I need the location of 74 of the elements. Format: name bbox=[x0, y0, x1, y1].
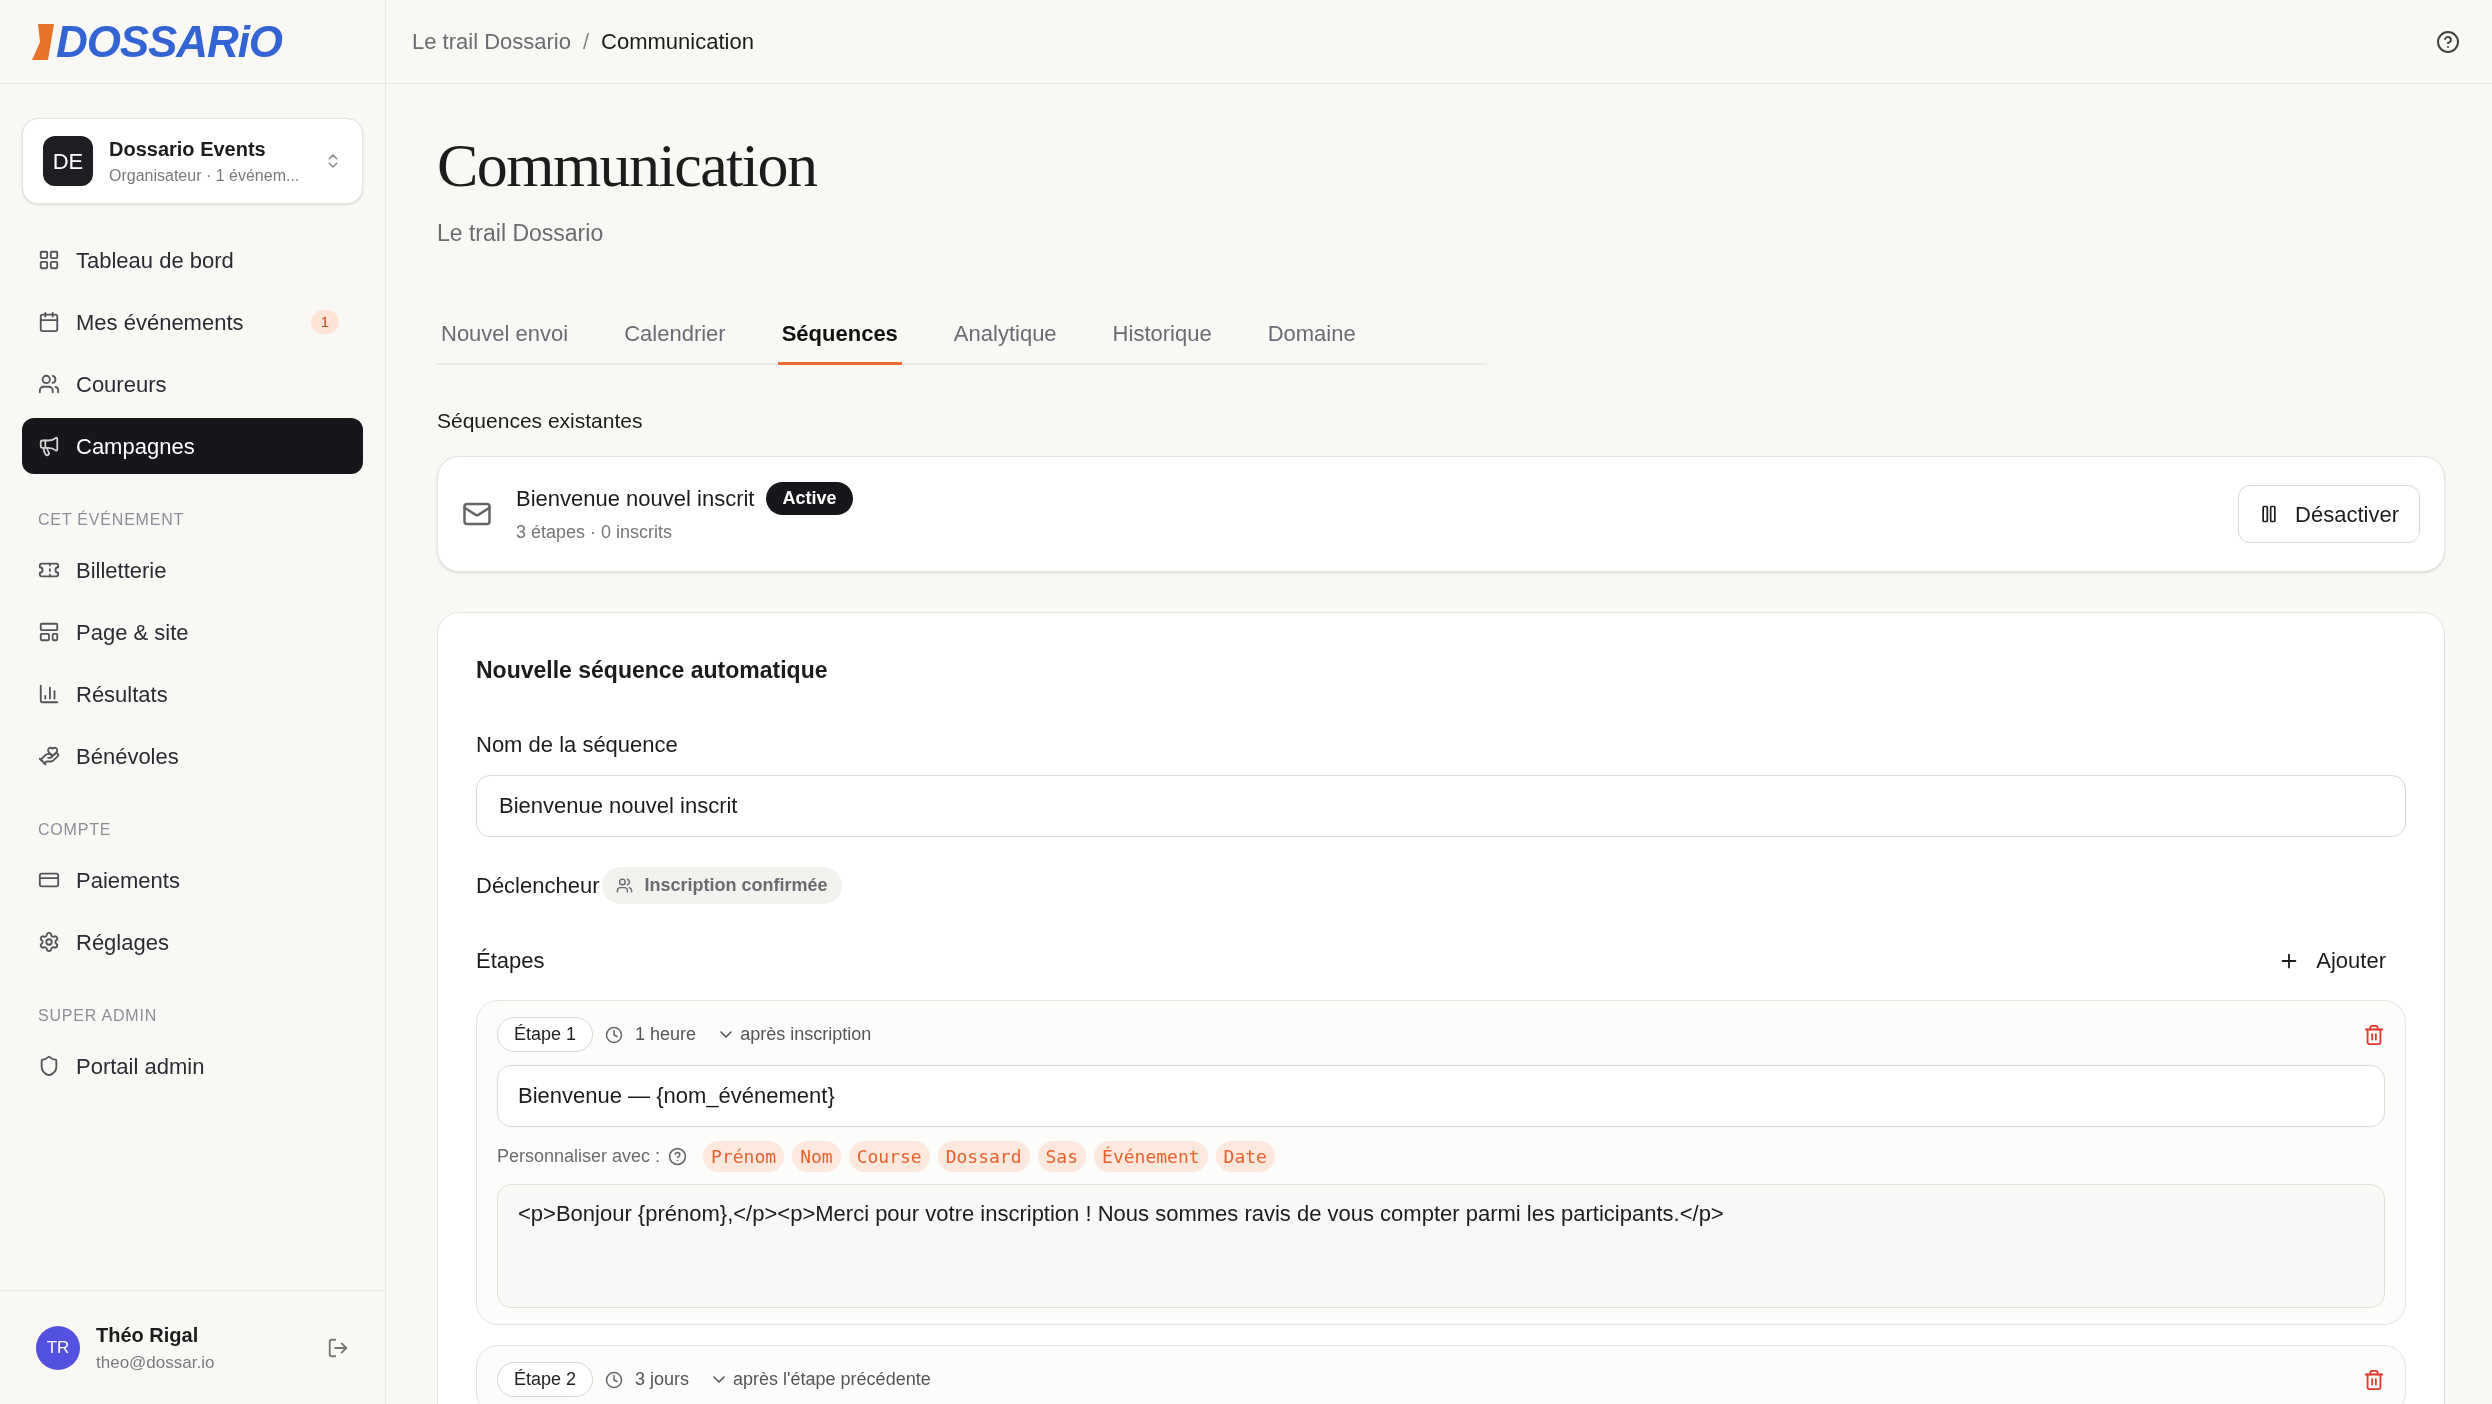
logout-icon[interactable] bbox=[327, 1336, 349, 1359]
count-badge: 1 bbox=[311, 310, 339, 334]
users-icon bbox=[615, 876, 633, 894]
delay-value[interactable]: 1 heure bbox=[635, 1021, 697, 1048]
tab[interactable]: Nouvel envoi bbox=[437, 304, 573, 365]
sequence-name: Bienvenue nouvel inscrit bbox=[516, 485, 755, 513]
nav-item[interactable]: Tableau de bord bbox=[22, 232, 363, 288]
tab[interactable]: Domaine bbox=[1263, 304, 1360, 365]
sequence-meta: 3 étapes · 0 inscrits bbox=[516, 521, 674, 544]
nav-item[interactable]: Billetterie bbox=[22, 542, 363, 598]
nav-item[interactable]: Portail admin bbox=[22, 1038, 363, 1094]
calendar-icon bbox=[38, 311, 60, 333]
step-label: Étape 1 bbox=[497, 1017, 594, 1052]
field-label: Déclencheur bbox=[476, 871, 600, 900]
logo-mark-icon bbox=[32, 21, 54, 62]
user-email: theo@dossar.io bbox=[96, 1351, 216, 1374]
subject-field[interactable]: Bienvenue — {nom_événement} bbox=[497, 1064, 2385, 1127]
breadcrumb-current: Communication bbox=[601, 28, 754, 56]
anchor-dropdown[interactable]: après inscription bbox=[720, 1021, 872, 1048]
org-subtitle: Organisateur · 1 événem... bbox=[109, 166, 301, 186]
add-step-button[interactable]: Ajouter bbox=[2258, 937, 2406, 984]
section-heading: COMPTE bbox=[37, 820, 113, 840]
megaphone-icon bbox=[38, 435, 60, 457]
clock-icon bbox=[605, 1370, 624, 1389]
shield-icon bbox=[38, 1055, 60, 1077]
trigger-chip: Inscription confirmée bbox=[601, 866, 842, 904]
breadcrumb-separator: / bbox=[582, 28, 590, 56]
org-avatar: DE bbox=[43, 136, 93, 186]
section-heading: Séquences existantes bbox=[437, 407, 644, 434]
field-label: Étapes bbox=[476, 947, 546, 975]
nav-item[interactable]: Résultats bbox=[22, 666, 363, 722]
section-heading: SUPER ADMIN bbox=[37, 1006, 159, 1026]
nav-item[interactable]: Mes événements 1 bbox=[22, 294, 363, 350]
layout-icon bbox=[38, 621, 60, 643]
nav-item[interactable]: Page & site bbox=[22, 604, 363, 660]
hand-heart-icon bbox=[38, 745, 60, 767]
deactivate-button[interactable]: Désactiver bbox=[2238, 485, 2420, 543]
settings-icon bbox=[38, 931, 60, 953]
field-label: Nom de la séquence bbox=[476, 730, 679, 759]
breadcrumb-link[interactable]: Le trail Dossario bbox=[412, 25, 571, 58]
chevron-icon bbox=[713, 1376, 726, 1383]
nav-item[interactable]: Paiements bbox=[22, 852, 363, 908]
delete-icon[interactable] bbox=[2363, 1368, 2385, 1391]
users-icon bbox=[38, 373, 60, 395]
nav-item[interactable]: Bénévoles bbox=[22, 728, 363, 784]
sequence-name-field[interactable]: Bienvenue nouvel inscrit bbox=[476, 774, 2406, 837]
user-name: Théo Rigal bbox=[96, 1322, 200, 1348]
tab[interactable]: Analytique bbox=[949, 304, 1061, 365]
help-icon[interactable] bbox=[2436, 29, 2460, 54]
delete-icon[interactable] bbox=[2363, 1023, 2385, 1046]
personalize-label: Personnaliser avec : bbox=[497, 1144, 661, 1168]
tab[interactable]: Séquences bbox=[777, 304, 902, 365]
card-title: Nouvelle séquence automatique bbox=[476, 656, 829, 685]
clock-icon bbox=[605, 1025, 624, 1044]
help-icon[interactable] bbox=[668, 1146, 688, 1166]
page-subtitle: Le trail Dossario bbox=[437, 219, 605, 248]
section-heading: CET ÉVÉNEMENT bbox=[37, 509, 186, 530]
grid-icon bbox=[38, 249, 60, 271]
nav-item[interactable]: Coureurs bbox=[22, 356, 363, 412]
chevron-icon bbox=[720, 1031, 733, 1038]
tab[interactable]: Calendrier bbox=[620, 304, 730, 365]
step-label: Étape 2 bbox=[497, 1362, 594, 1397]
bar-chart-icon bbox=[38, 683, 60, 705]
nav-item[interactable]: Réglages bbox=[22, 914, 363, 970]
org-name: Dossario Events bbox=[109, 137, 267, 162]
page-title: Communication bbox=[437, 134, 818, 196]
anchor-dropdown[interactable]: après l'étape précédente bbox=[713, 1366, 931, 1393]
nav-item[interactable]: Campagnes bbox=[22, 418, 363, 474]
status-badge: Active bbox=[766, 482, 853, 515]
tab[interactable]: Historique bbox=[1108, 304, 1216, 365]
organization-switcher[interactable]: DE Dossario Events Organisateur · 1 événem... bbox=[22, 118, 363, 204]
delay-value[interactable]: 3 jours bbox=[635, 1366, 690, 1393]
body-textarea[interactable]: <p>Bonjour {prénom},</p><p>Merci pour votre inscription ! Nous sommes ravis de vous compter parmi les participants.</p> bbox=[497, 1183, 2385, 1308]
user-avatar: TR bbox=[36, 1325, 80, 1370]
